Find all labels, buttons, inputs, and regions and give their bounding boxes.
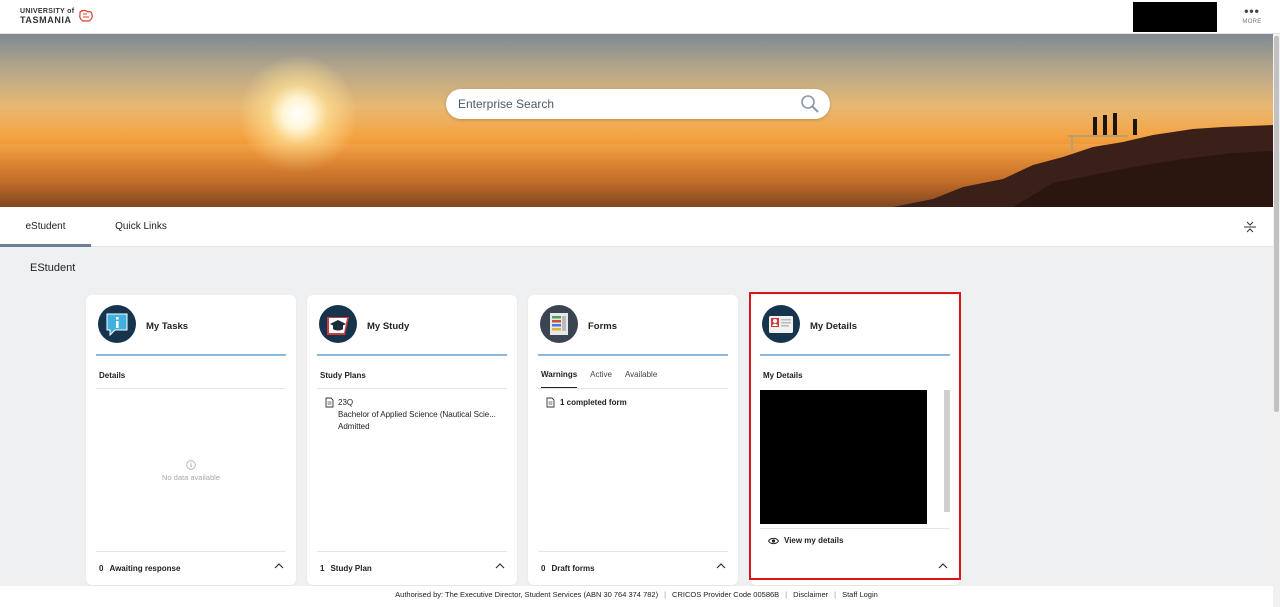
- subtab-available[interactable]: Available: [625, 370, 657, 389]
- section-title: EStudent: [30, 262, 76, 274]
- card-title: Forms: [588, 321, 618, 332]
- my-tasks-card: My Tasks Details No data available 0 Awai…: [86, 295, 296, 585]
- more-dots-icon: •••: [1244, 4, 1260, 18]
- card-footer-divider: [538, 551, 728, 552]
- card-divider: [317, 354, 507, 356]
- forms-subtabs: Warnings Active Available: [541, 370, 657, 389]
- card-subdivider: [317, 388, 507, 389]
- search-icon[interactable]: [800, 94, 820, 114]
- card-subheading: My Details: [763, 371, 803, 380]
- details-scrollbar[interactable]: [944, 390, 950, 512]
- footer-count: 0: [99, 564, 104, 573]
- card-subheading: Study Plans: [320, 371, 366, 380]
- enterprise-search-box[interactable]: [446, 89, 830, 119]
- lion-crest-icon: [79, 9, 94, 22]
- card-divider: [96, 354, 286, 356]
- footer-label: Awaiting response: [109, 564, 181, 573]
- card-title: My Study: [367, 321, 410, 332]
- id-card-icon: [762, 305, 800, 343]
- more-menu-button[interactable]: ••• MORE: [1238, 4, 1266, 25]
- footer-cricos: CRICOS Provider Code 00586B: [672, 590, 780, 599]
- top-bar: UNIVERSITY of TASMANIA ••• MORE: [0, 0, 1280, 34]
- hero-banner: [0, 34, 1273, 207]
- more-label: MORE: [1242, 19, 1262, 25]
- view-details-label: View my details: [784, 536, 844, 545]
- plan-status: Admitted: [338, 422, 370, 431]
- redacted-details: [760, 390, 927, 524]
- redacted-user-area: [1133, 2, 1217, 32]
- page-footer: Authorised by: The Executive Director, S…: [0, 586, 1273, 607]
- card-footer: 0 Awaiting response: [99, 564, 180, 573]
- empty-state: No data available: [86, 460, 296, 482]
- tasks-info-icon: [98, 305, 136, 343]
- search-input[interactable]: [458, 95, 788, 113]
- forms-stack-icon: [540, 305, 578, 343]
- staff-login-link[interactable]: Staff Login: [842, 590, 878, 599]
- plan-code: 23Q: [338, 398, 354, 407]
- view-my-details-link[interactable]: View my details: [768, 536, 843, 545]
- chevron-up-icon[interactable]: [495, 561, 505, 571]
- footer-count: 1: [320, 564, 325, 573]
- tab-quick-links[interactable]: Quick Links: [104, 207, 178, 247]
- card-footer: 1 Study Plan: [320, 564, 372, 573]
- form-item-label: 1 completed form: [560, 398, 627, 407]
- logo-line-2: TASMANIA: [20, 15, 72, 25]
- card-subheading: Details: [99, 371, 126, 380]
- main-tabs: eStudent Quick Links: [0, 207, 1273, 247]
- forms-card: Forms Warnings Active Available 1 comple…: [528, 295, 738, 585]
- subtab-warnings[interactable]: Warnings: [541, 370, 578, 389]
- footer-authorised: Authorised by: The Executive Director, S…: [395, 590, 659, 599]
- plan-name: Bachelor of Applied Science (Nautical Sc…: [338, 410, 496, 419]
- card-divider: [760, 354, 950, 356]
- chevron-up-icon[interactable]: [274, 561, 284, 571]
- card-title: My Tasks: [146, 321, 189, 332]
- rock-silhouette: [893, 113, 1273, 207]
- footer-label: Study Plan: [330, 564, 372, 573]
- card-footer-divider: [317, 551, 507, 552]
- chevron-up-icon[interactable]: [938, 561, 948, 571]
- my-study-card: My Study Study Plans 23Q Bachelor of App…: [307, 295, 517, 585]
- card-title: My Details: [810, 321, 857, 332]
- eye-icon: [768, 537, 779, 544]
- footer-label: Draft forms: [551, 564, 595, 573]
- info-circle-icon: [186, 460, 196, 470]
- empty-state-text: No data available: [162, 473, 220, 482]
- document-icon: [546, 397, 555, 408]
- tab-estudent[interactable]: eStudent: [0, 207, 91, 247]
- card-subdivider: [538, 388, 728, 389]
- subtab-active[interactable]: Active: [590, 370, 612, 389]
- footer-count: 0: [541, 564, 546, 573]
- study-plan-item[interactable]: 23Q Bachelor of Applied Science (Nautica…: [325, 397, 496, 433]
- disclaimer-link[interactable]: Disclaimer: [793, 590, 828, 599]
- university-logo[interactable]: UNIVERSITY of TASMANIA: [20, 8, 94, 25]
- collapse-icon[interactable]: [1243, 220, 1257, 234]
- page-scrollbar-thumb[interactable]: [1274, 36, 1279, 412]
- document-icon: [325, 397, 334, 408]
- card-subdivider: [760, 528, 950, 529]
- completed-form-item[interactable]: 1 completed form: [546, 397, 627, 408]
- card-footer-divider: [96, 551, 286, 552]
- card-divider: [538, 354, 728, 356]
- my-details-card: My Details My Details View my details: [750, 295, 960, 585]
- graduation-cap-icon: [319, 305, 357, 343]
- card-subdivider: [96, 388, 286, 389]
- chevron-up-icon[interactable]: [716, 561, 726, 571]
- card-footer: 0 Draft forms: [541, 564, 595, 573]
